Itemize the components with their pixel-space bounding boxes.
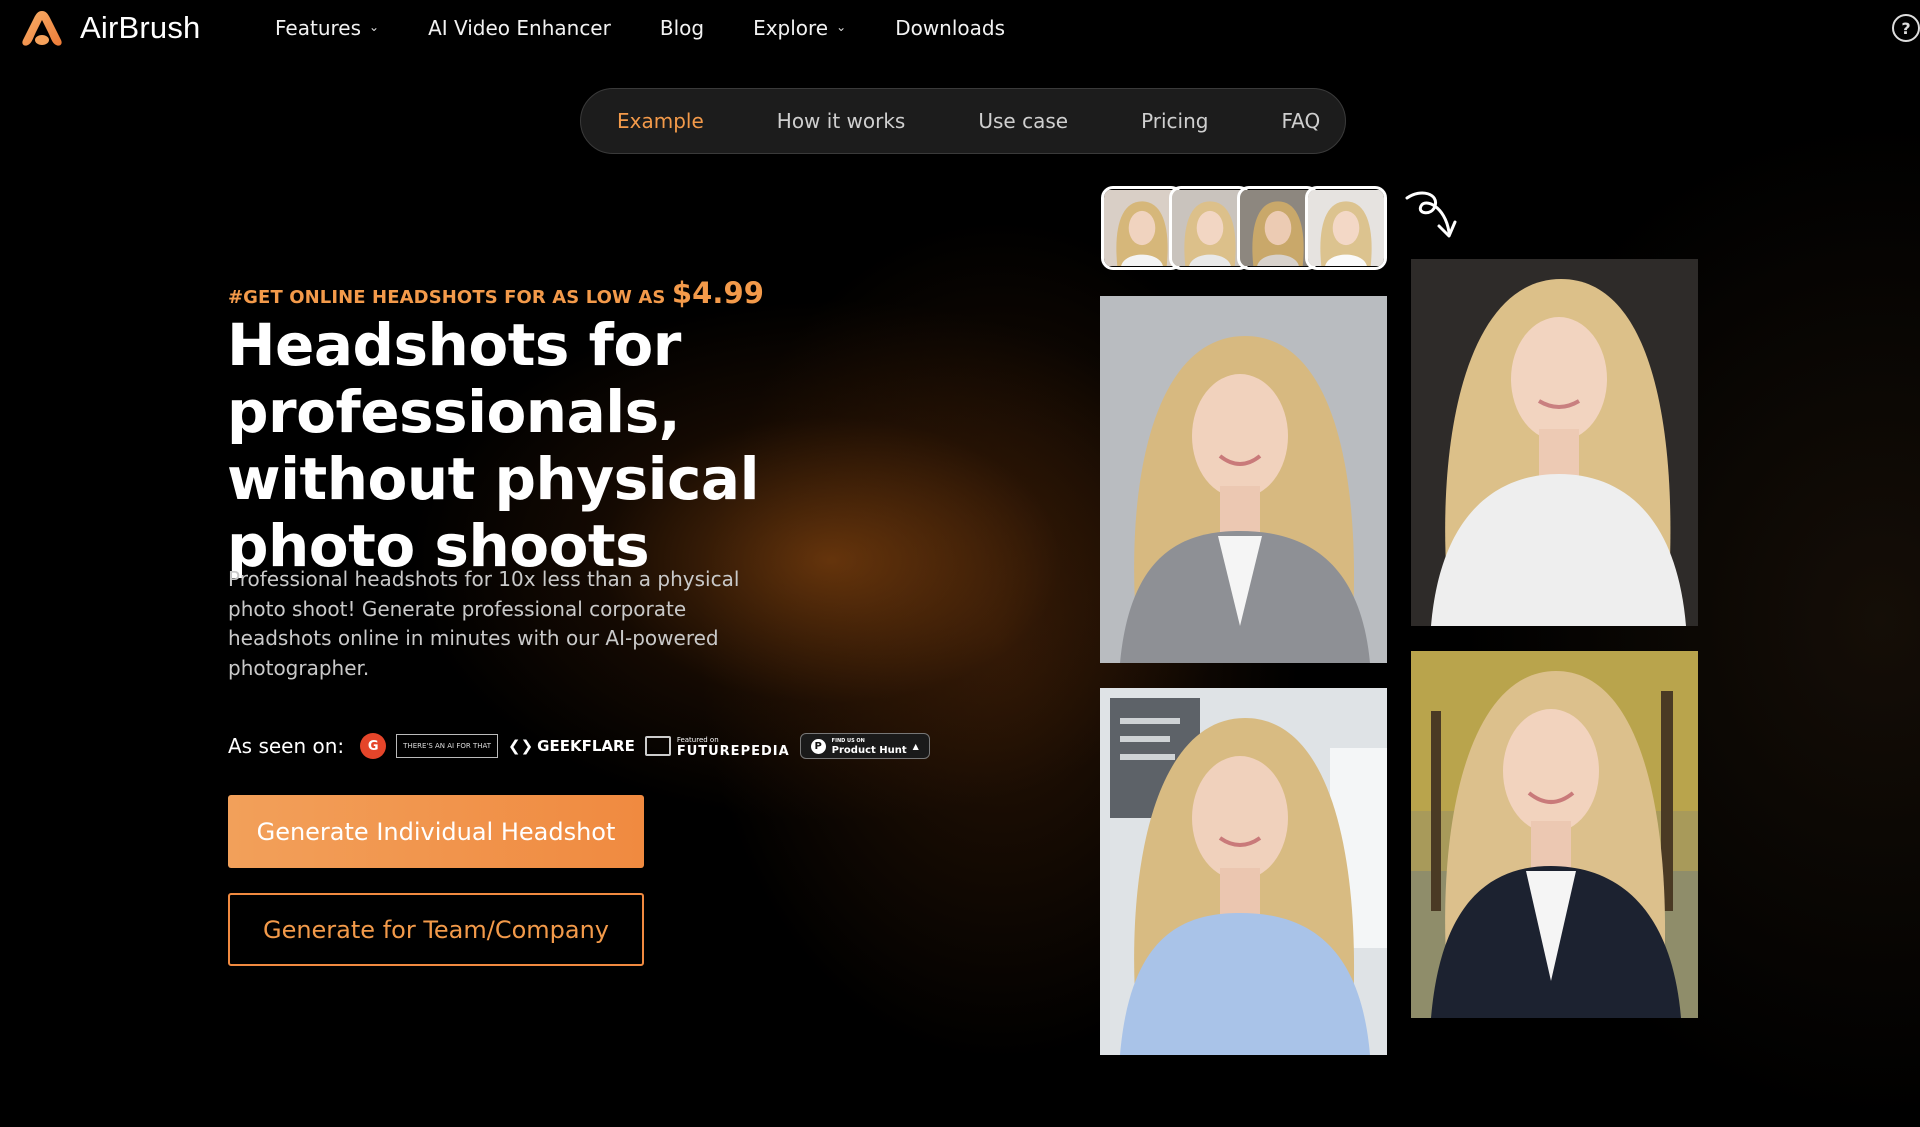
nav-blog-label: Blog <box>659 16 705 40</box>
nav-blog[interactable]: Blog <box>660 16 704 40</box>
hero-headline: Headshots for professionals, without phy… <box>227 311 759 580</box>
nav-explore-label: Explore <box>753 16 829 40</box>
question-circle-icon[interactable]: ? <box>1892 14 1920 42</box>
nav-ai-video-enhancer[interactable]: AI Video Enhancer <box>428 16 611 40</box>
nav-explore[interactable]: Explore ⌄ <box>753 16 846 40</box>
headshot-blue-shirt-office-image <box>1100 688 1387 1055</box>
chevron-down-icon: ⌄ <box>369 20 380 34</box>
chevron-down-icon: ⌄ <box>836 20 847 34</box>
product-hunt-logo-icon: P <box>810 738 826 754</box>
curved-arrow-icon <box>1405 191 1457 238</box>
headshot-photo <box>1411 259 1698 626</box>
product-hunt-text: Product Hunt <box>831 745 907 756</box>
futurepedia-text-group: Featured on FUTUREPEDIA <box>676 735 790 759</box>
futurepedia-text: FUTUREPEDIA <box>676 744 790 759</box>
selfie-thumbnail <box>1305 186 1387 270</box>
aiforthat-text: THERE'S AN AI FOR THAT <box>403 742 492 750</box>
tab-faq[interactable]: FAQ <box>1281 109 1320 133</box>
section-nav: Example How it works Use case Pricing FA… <box>580 88 1346 154</box>
promo-banner: #GET ONLINE HEADSHOTS FOR AS LOW AS $4.9… <box>228 276 764 310</box>
g2-logo-icon[interactable]: G <box>360 733 387 759</box>
nav-ai-video-enhancer-label: AI Video Enhancer <box>428 16 611 40</box>
nav-downloads-label: Downloads <box>895 16 1006 40</box>
headshot-photo <box>1411 651 1698 1018</box>
headshot-photo <box>1100 296 1387 663</box>
headshot-black-blazer-park-image <box>1411 651 1698 1018</box>
theres-an-ai-for-that-badge[interactable]: THERE'S AN AI FOR THAT <box>396 734 499 758</box>
tab-example[interactable]: Example <box>617 109 704 133</box>
product-hunt-badge[interactable]: P FIND US ON Product Hunt ▲ <box>799 733 930 759</box>
futurepedia-logo-icon <box>644 736 671 756</box>
product-hunt-text-group: FIND US ON Product Hunt <box>831 737 907 756</box>
upvote-arrow-icon: ▲ <box>912 741 919 751</box>
tab-pricing[interactable]: Pricing <box>1141 109 1208 133</box>
top-nav: AirBrush Features ⌄ AI Video Enhancer Bl… <box>0 0 1920 56</box>
generate-individual-headshot-button[interactable]: Generate Individual Headshot <box>228 795 644 868</box>
brand-logo[interactable]: AirBrush <box>20 8 200 48</box>
geekflare-badge[interactable]: ❮❯ GEEKFLARE <box>508 737 635 755</box>
futurepedia-badge[interactable]: Featured on FUTUREPEDIA <box>644 735 790 759</box>
nav-features-label: Features <box>275 16 361 40</box>
source-selfie-thumbnails <box>1101 186 1387 270</box>
geekflare-logo-icon: ❮❯ <box>508 737 534 755</box>
airbrush-logo-icon <box>22 11 62 46</box>
hero-description: Professional headshots for 10x less than… <box>228 567 740 680</box>
nav-downloads[interactable]: Downloads <box>895 16 1005 40</box>
brand-name: AirBrush <box>80 10 201 45</box>
as-seen-on-label: As seen on: <box>228 734 345 758</box>
generate-for-team-button[interactable]: Generate for Team/Company <box>228 893 644 966</box>
page: AirBrush Features ⌄ AI Video Enhancer Bl… <box>0 0 1920 1127</box>
nav-features[interactable]: Features ⌄ <box>275 16 379 40</box>
tab-how-it-works[interactable]: How it works <box>777 109 906 133</box>
promo-price: $4.99 <box>671 276 765 310</box>
main-menu: Features ⌄ AI Video Enhancer Blog Explor… <box>275 0 1005 56</box>
promo-text: #GET ONLINE HEADSHOTS FOR AS LOW AS <box>228 287 666 308</box>
headshot-photo <box>1100 688 1387 1055</box>
geekflare-text: GEEKFLARE <box>537 737 635 755</box>
as-seen-on: As seen on: G THERE'S AN AI FOR THAT ❮❯ … <box>228 733 930 759</box>
tab-use-case[interactable]: Use case <box>978 109 1068 133</box>
selfie-thumbnail-image <box>1308 190 1384 266</box>
headshot-white-shirt-image <box>1411 259 1698 626</box>
headshot-gray-blazer-image <box>1100 296 1387 663</box>
